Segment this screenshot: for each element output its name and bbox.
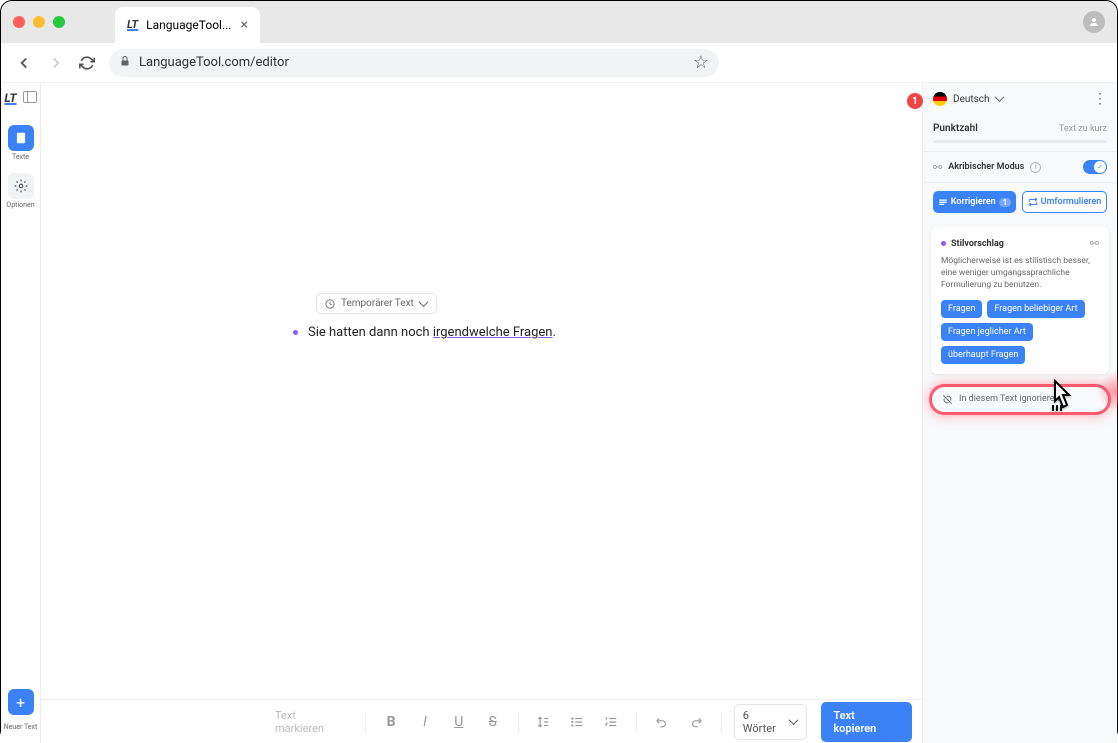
text-before: Sie hatten dann noch: [308, 325, 433, 340]
toolbar-hint: Text markieren: [275, 709, 347, 735]
back-button[interactable]: [15, 54, 33, 72]
tab-favicon-icon: LT: [127, 18, 138, 31]
url-bar-row: LanguageTool.com/editor ☆: [1, 43, 1117, 83]
correct-label: Korrigieren: [951, 197, 996, 207]
separator: [721, 712, 722, 732]
german-flag-icon: [933, 92, 947, 106]
ignore-label: In diesem Text ignorieren: [959, 394, 1059, 404]
new-text-label: Neuer Text: [4, 723, 38, 731]
rephrase-icon: [1028, 197, 1038, 207]
forward-button[interactable]: [47, 54, 65, 72]
browser-chrome: LT LanguageTool... ×: [1, 1, 1117, 43]
suggestion-chip[interactable]: Fragen jeglicher Art: [941, 323, 1033, 341]
window-minimize[interactable]: [33, 16, 45, 28]
glasses-icon: ⚯: [933, 161, 942, 174]
chevron-down-icon: [420, 300, 428, 308]
panel-header: Deutsch ⋮: [923, 83, 1117, 115]
correct-count: 1: [999, 198, 1012, 207]
copy-text-button[interactable]: Text kopieren: [821, 702, 912, 742]
reload-button[interactable]: [79, 55, 95, 71]
traffic-lights: [13, 16, 65, 28]
tab-title: LanguageTool...: [146, 18, 231, 32]
suggestion-card: Stilvorschlag ⚯ Möglicherweise ist es st…: [931, 227, 1109, 374]
correct-icon: [938, 197, 948, 207]
suggestion-chip[interactable]: überhaupt Fragen: [941, 346, 1025, 364]
text-after: .: [553, 325, 556, 340]
url-bar[interactable]: LanguageTool.com/editor ☆: [109, 49, 719, 77]
temp-text-chip[interactable]: Temporärer Text: [316, 293, 437, 314]
copy-text-label: Text kopieren: [833, 709, 876, 735]
line-spacing-button[interactable]: [531, 709, 557, 735]
suggestion-chip[interactable]: Fragen: [941, 300, 982, 318]
error-count-badge[interactable]: 1: [907, 93, 923, 109]
mode-label: Akribischer Modus: [948, 162, 1024, 172]
suggestion-description: Möglicherweise ist es stilistisch besser…: [941, 256, 1099, 292]
link-icon[interactable]: ⚯: [1090, 237, 1099, 250]
window-close[interactable]: [13, 16, 25, 28]
info-icon[interactable]: i: [1030, 162, 1041, 173]
score-hint: Text zu kurz: [1059, 124, 1107, 134]
ignore-icon: [942, 394, 953, 405]
window-maximize[interactable]: [53, 16, 65, 28]
url-text: LanguageTool.com/editor: [139, 55, 289, 70]
suggestion-chips: Fragen Fragen beliebiger Art Fragen jegl…: [941, 300, 1099, 364]
new-text-button[interactable]: +: [8, 689, 34, 715]
text-highlight[interactable]: irgendwelche Fragen: [433, 325, 553, 340]
separator: [518, 712, 519, 732]
suggestion-chip[interactable]: Fragen beliebiger Art: [987, 300, 1084, 318]
sidebar-options-button[interactable]: [8, 173, 34, 199]
style-dot-icon: [941, 241, 946, 246]
redo-button[interactable]: [683, 709, 709, 735]
word-count-dropdown[interactable]: 6 Wörter: [734, 704, 808, 740]
correct-button[interactable]: Korrigieren 1: [933, 191, 1016, 213]
sidebar-options-label: Optionen: [6, 201, 34, 209]
numbered-list-button[interactable]: [598, 709, 624, 735]
left-sidebar: LT Texte Optionen + Neuer Text: [1, 83, 41, 743]
picky-mode-row: ⚯ Akribischer Modus i: [923, 151, 1117, 183]
undo-button[interactable]: [649, 709, 675, 735]
sidebar-texts-button[interactable]: [8, 125, 34, 151]
bullet-list-button[interactable]: [564, 709, 590, 735]
profile-icon[interactable]: [1083, 11, 1105, 33]
lock-icon: [119, 55, 131, 71]
rephrase-label: Umformulieren: [1041, 197, 1102, 207]
score-bar: [933, 140, 1107, 143]
editor-content[interactable]: Temporärer Text Sie hatten dann noch irg…: [41, 83, 922, 699]
right-panel: 1 Deutsch ⋮ Punktzahl Text zu kurz ⚯ Akr…: [922, 83, 1117, 743]
suggestion-title: Stilvorschlag: [951, 239, 1004, 249]
panel-toggle-icon[interactable]: [23, 91, 37, 103]
rephrase-button[interactable]: Umformulieren: [1022, 191, 1107, 213]
format-toolbar: Text markieren B I U S: [41, 699, 922, 743]
underline-button[interactable]: U: [446, 709, 472, 735]
italic-button[interactable]: I: [412, 709, 438, 735]
language-text[interactable]: Deutsch: [953, 94, 990, 105]
action-buttons: Korrigieren 1 Umformulieren: [923, 183, 1117, 221]
tab-close-icon[interactable]: ×: [241, 17, 248, 33]
more-menu-icon[interactable]: ⋮: [1093, 91, 1107, 107]
ignore-in-text-button[interactable]: In diesem Text ignorieren: [929, 384, 1111, 415]
issue-marker-icon[interactable]: [293, 330, 298, 335]
editor-area: Temporärer Text Sie hatten dann noch irg…: [41, 83, 922, 743]
strikethrough-button[interactable]: S: [480, 709, 506, 735]
chevron-down-icon: [790, 718, 798, 726]
picky-mode-toggle[interactable]: [1083, 160, 1107, 174]
temp-text-label: Temporärer Text: [341, 298, 414, 309]
app-container: LT Texte Optionen + Neuer Text Temporäre…: [1, 83, 1117, 743]
score-label: Punktzahl: [933, 123, 978, 134]
bookmark-star-icon[interactable]: ☆: [693, 52, 709, 73]
lt-logo-icon[interactable]: LT: [4, 91, 16, 107]
score-section: Punktzahl Text zu kurz: [923, 115, 1117, 151]
editor-text-line[interactable]: Sie hatten dann noch irgendwelche Fragen…: [293, 325, 556, 340]
separator: [365, 712, 366, 732]
clock-icon: [325, 299, 335, 309]
error-count-text: 1: [912, 96, 918, 107]
word-count-text: 6 Wörter: [743, 709, 785, 735]
separator: [636, 712, 637, 732]
sidebar-texts-label: Texte: [12, 153, 29, 161]
bold-button[interactable]: B: [378, 709, 404, 735]
chevron-down-icon[interactable]: [996, 95, 1004, 103]
browser-tab[interactable]: LT LanguageTool... ×: [115, 7, 260, 43]
